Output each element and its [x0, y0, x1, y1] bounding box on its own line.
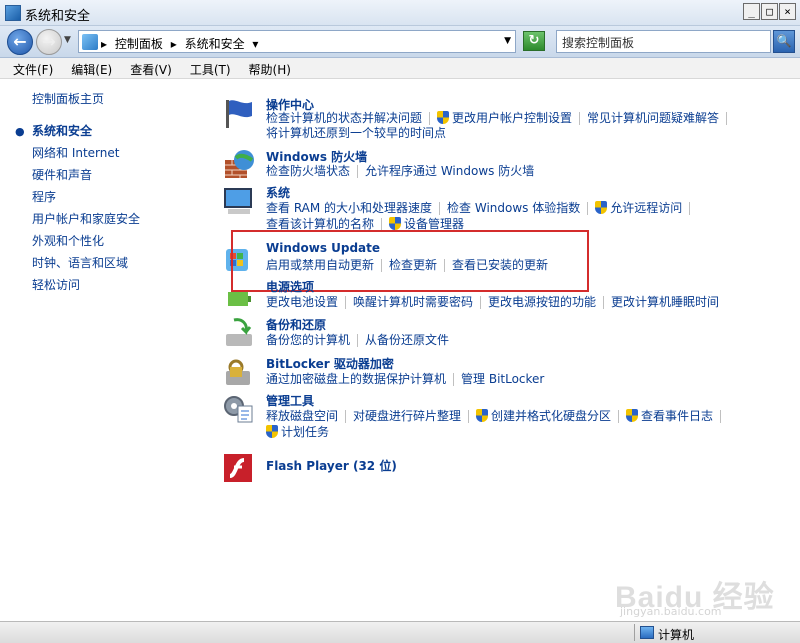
breadcrumb-chevron-icon[interactable]: ▾ — [252, 37, 258, 51]
computer-name-link[interactable]: 查看该计算机的名称 — [266, 217, 374, 231]
flash-player-icon — [224, 454, 252, 482]
sidebar-item-appearance[interactable]: 外观和个性化 — [32, 232, 140, 254]
system-computer-icon — [224, 188, 252, 214]
menu-help[interactable]: 帮助(H) — [244, 58, 296, 78]
check-firewall-status-link[interactable]: 检查防火墙状态 — [266, 164, 350, 178]
uac-shield-icon — [595, 201, 608, 214]
watermark-url: jingyan.baidu.com — [620, 605, 722, 618]
sidebar-item-clock-region[interactable]: 时钟、语言和区域 — [32, 254, 140, 276]
schedule-tasks-link[interactable]: 计划任务 — [281, 425, 329, 439]
bitlocker-drive-icon — [226, 359, 250, 385]
address-dropdown-icon[interactable]: ▼ — [504, 36, 511, 46]
menu-tools[interactable]: 工具(T) — [185, 58, 236, 78]
encrypt-disk-link[interactable]: 通过加密磁盘上的数据保护计算机 — [266, 372, 446, 386]
power-battery-icon — [228, 292, 251, 306]
search-input[interactable]: 搜索控制面板 — [556, 30, 771, 53]
menu-view[interactable]: 查看(V) — [125, 58, 177, 78]
defragment-link[interactable]: 对硬盘进行碎片整理 — [353, 409, 461, 423]
address-field[interactable]: ▸ 控制面板 ▸ 系统和安全 ▾ ▼ — [78, 30, 516, 53]
menu-bar: 文件(F) 编辑(E) 查看(V) 工具(T) 帮助(H) — [0, 58, 800, 79]
allow-program-firewall-link[interactable]: 允许程序通过 Windows 防火墙 — [365, 164, 534, 178]
action-center-flag-icon — [226, 100, 252, 128]
manage-bitlocker-link[interactable]: 管理 BitLocker — [461, 372, 544, 386]
event-log-link[interactable]: 查看事件日志 — [641, 409, 713, 423]
window-controls: _ □ × — [743, 3, 796, 20]
free-disk-space-link[interactable]: 释放磁盘空间 — [266, 409, 338, 423]
uac-shield-icon — [626, 409, 639, 422]
create-partition-link[interactable]: 创建并格式化硬盘分区 — [491, 409, 611, 423]
refresh-button[interactable]: ↻ — [523, 31, 545, 51]
check-status-link[interactable]: 检查计算机的状态并解决问题 — [266, 111, 422, 125]
sleep-time-link[interactable]: 更改计算机睡眠时间 — [611, 295, 719, 309]
uac-shield-icon — [266, 425, 278, 438]
recent-pages-chevron-icon[interactable]: ▼ — [64, 35, 71, 45]
control-panel-home-link[interactable]: 控制面板主页 — [32, 90, 104, 107]
forward-button[interactable]: → — [36, 29, 62, 55]
minimize-button[interactable]: _ — [743, 3, 760, 20]
device-manager-link[interactable]: 设备管理器 — [404, 217, 464, 231]
admin-tools-icon — [224, 396, 253, 423]
menu-file[interactable]: 文件(F) — [8, 58, 58, 78]
menu-edit[interactable]: 编辑(E) — [66, 58, 117, 78]
sidebar-item-ease-of-access[interactable]: 轻松访问 — [32, 276, 140, 298]
power-button-link[interactable]: 更改电源按钮的功能 — [488, 295, 596, 309]
battery-settings-link[interactable]: 更改电池设置 — [266, 295, 338, 309]
status-location: 计算机 — [658, 628, 695, 642]
troubleshoot-link[interactable]: 常见计算机问题疑难解答 — [587, 111, 719, 125]
address-toolbar: ← → ▼ ▸ 控制面板 ▸ 系统和安全 ▾ ▼ ↻ 搜索控制面板 🔍 — [0, 26, 800, 58]
current-item-bullet-icon: ● — [15, 125, 25, 138]
left-navigation: 控制面板主页 ● 系统和安全 网络和 Internet 硬件和声音 程序 用户帐… — [0, 80, 210, 620]
wake-password-link[interactable]: 唤醒计算机时需要密码 — [353, 295, 473, 309]
view-ram-cpu-link[interactable]: 查看 RAM 的大小和处理器速度 — [266, 201, 432, 215]
control-panel-icon — [82, 34, 98, 50]
status-bar: 计算机 — [0, 621, 800, 643]
computer-icon — [640, 626, 654, 639]
experience-index-link[interactable]: 检查 Windows 体验指数 — [447, 201, 580, 215]
breadcrumb: ▸ 控制面板 ▸ 系统和安全 ▾ — [101, 37, 259, 51]
backup-computer-link[interactable]: 备份您的计算机 — [266, 333, 350, 347]
uac-shield-icon — [476, 409, 489, 422]
breadcrumb-control-panel[interactable]: 控制面板 — [115, 37, 163, 51]
firewall-icon — [225, 150, 254, 178]
remote-access-link[interactable]: 允许远程访问 — [610, 201, 682, 215]
change-uac-link[interactable]: 更改用户帐户控制设置 — [452, 111, 572, 125]
breadcrumb-system-security[interactable]: 系统和安全 — [185, 37, 245, 51]
window-title: 系统和安全 — [25, 9, 91, 24]
category-list: 系统和安全 网络和 Internet 硬件和声音 程序 用户帐户和家庭安全 外观… — [32, 122, 140, 298]
sidebar-item-programs[interactable]: 程序 — [32, 188, 140, 210]
control-panel-icon — [5, 5, 21, 21]
back-button[interactable]: ← — [7, 29, 33, 55]
uac-shield-icon — [437, 111, 450, 124]
sidebar-item-network[interactable]: 网络和 Internet — [32, 144, 140, 166]
uac-shield-icon — [389, 217, 402, 230]
title-bar: 系统和安全 _ □ × — [0, 0, 800, 26]
restore-files-link[interactable]: 从备份还原文件 — [365, 333, 449, 347]
sidebar-item-system-security[interactable]: 系统和安全 — [32, 122, 140, 144]
maximize-button[interactable]: □ — [761, 3, 778, 20]
sidebar-item-hardware[interactable]: 硬件和声音 — [32, 166, 140, 188]
system-restore-link[interactable]: 将计算机还原到一个较早的时间点 — [266, 126, 446, 140]
search-icon[interactable]: 🔍 — [773, 30, 795, 53]
sidebar-item-user-accounts[interactable]: 用户帐户和家庭安全 — [32, 210, 140, 232]
flash-player-title[interactable]: Flash Player (32 位) — [266, 457, 397, 474]
close-button[interactable]: × — [779, 3, 796, 20]
backup-restore-icon — [226, 318, 252, 346]
